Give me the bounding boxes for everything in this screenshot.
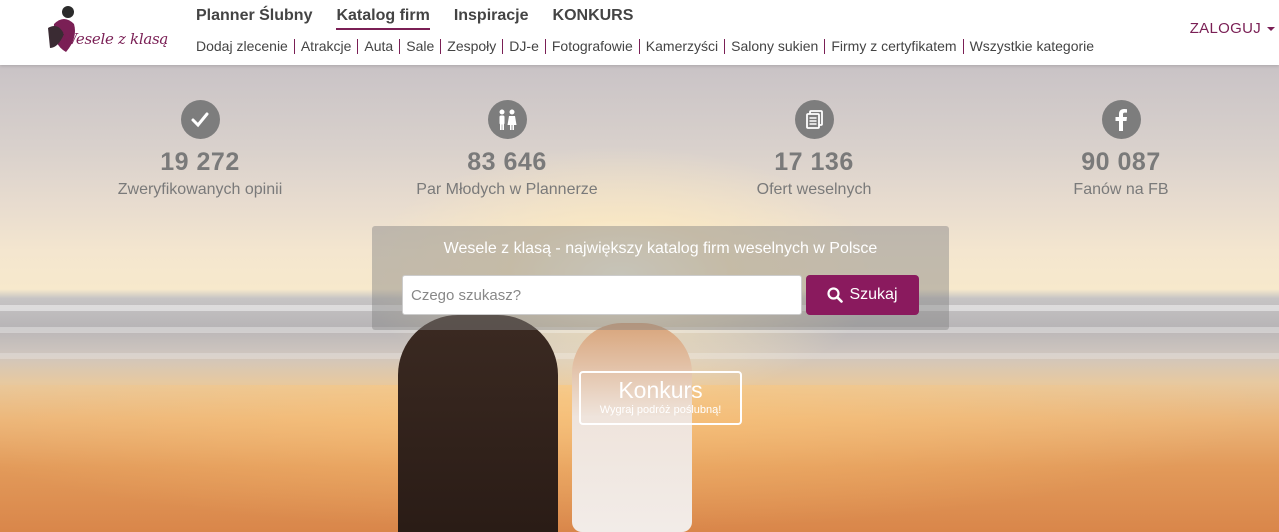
- groom-silhouette: [398, 315, 558, 532]
- login-label: ZALOGUJ: [1189, 20, 1261, 37]
- login-dropdown[interactable]: ZALOGUJ: [1190, 20, 1275, 37]
- category-link-fotografowie[interactable]: Fotografowie: [552, 38, 633, 54]
- bride-silhouette: [572, 323, 692, 532]
- divider: [502, 38, 504, 54]
- divider: [357, 38, 359, 54]
- divider: [724, 38, 726, 54]
- category-link-sale[interactable]: Sale: [406, 38, 434, 54]
- caret-down-icon: [1267, 26, 1275, 31]
- search-button[interactable]: Szukaj: [806, 275, 919, 315]
- stat-facebook-fans: 90 087 Fanów na FB: [1001, 100, 1241, 199]
- stat-label: Zweryfikowanych opinii: [117, 181, 283, 198]
- contest-subtitle: Wygraj podróż poślubną!: [599, 404, 722, 416]
- category-navigation: Dodaj zlecenie Atrakcje Auta Sale Zespoł…: [196, 38, 1094, 54]
- checkmark-icon: [180, 100, 220, 139]
- main-navigation: Planner Ślubny Katalog firm Inspiracje K…: [196, 7, 657, 30]
- stat-reviews: 19 272 Zweryfikowanych opinii: [80, 100, 320, 199]
- category-link-dodaj-zlecenie[interactable]: Dodaj zlecenie: [196, 38, 288, 54]
- category-link-salony-sukien[interactable]: Salony sukien: [731, 38, 818, 54]
- search-input[interactable]: [402, 275, 802, 315]
- nav-katalog-firm[interactable]: Katalog firm: [336, 7, 430, 30]
- stat-value: 17 136: [774, 148, 854, 176]
- search-headline: Wesele z klasą - największy katalog firm…: [443, 240, 878, 257]
- stat-label: Par Młodych w Plannerze: [416, 181, 598, 198]
- category-link-dj[interactable]: DJ-e: [509, 38, 539, 54]
- site-logo[interactable]: Wesele z klasą: [44, 2, 168, 60]
- divider: [544, 38, 546, 54]
- site-header: Wesele z klasą Planner Ślubny Katalog fi…: [0, 0, 1279, 65]
- category-link-atrakcje[interactable]: Atrakcje: [301, 38, 352, 54]
- nav-inspiracje[interactable]: Inspiracje: [454, 7, 529, 30]
- divider: [638, 38, 640, 54]
- category-link-zespoly[interactable]: Zespoły: [447, 38, 496, 54]
- stat-value: 19 272: [160, 148, 240, 176]
- category-link-auta[interactable]: Auta: [364, 38, 393, 54]
- logo-text: Wesele z klasą: [62, 30, 169, 48]
- divider: [440, 38, 442, 54]
- documents-icon: [794, 100, 834, 139]
- stat-label: Fanów na FB: [1073, 181, 1169, 198]
- contest-button[interactable]: Konkurs Wygraj podróż poślubną!: [579, 371, 742, 425]
- category-link-kamerzysci[interactable]: Kamerzyści: [646, 38, 718, 54]
- divider: [293, 38, 295, 54]
- nav-konkurs[interactable]: KONKURS: [553, 7, 634, 30]
- search-panel: Wesele z klasą - największy katalog firm…: [372, 226, 949, 330]
- divider: [824, 38, 826, 54]
- divider: [399, 38, 401, 54]
- search-button-label: Szukaj: [849, 286, 898, 303]
- category-link-firmy-z-certyfikatem[interactable]: Firmy z certyfikatem: [831, 38, 956, 54]
- nav-planner[interactable]: Planner Ślubny: [196, 7, 312, 30]
- stat-label: Ofert weselnych: [756, 181, 872, 198]
- stat-couples: 83 646 Par Młodych w Plannerze: [387, 100, 627, 199]
- hero-background: 19 272 Zweryfikowanych opinii 83 646 Par…: [0, 65, 1279, 532]
- search-icon: [827, 287, 844, 303]
- category-link-wszystkie-kategorie[interactable]: Wszystkie kategorie: [970, 38, 1094, 54]
- stat-value: 83 646: [467, 148, 547, 176]
- divider: [962, 38, 964, 54]
- couple-icon: [487, 100, 527, 139]
- facebook-icon[interactable]: [1101, 100, 1141, 139]
- stat-value: 90 087: [1081, 148, 1161, 176]
- stat-offers: 17 136 Ofert weselnych: [694, 100, 934, 199]
- contest-title: Konkurs: [618, 377, 703, 403]
